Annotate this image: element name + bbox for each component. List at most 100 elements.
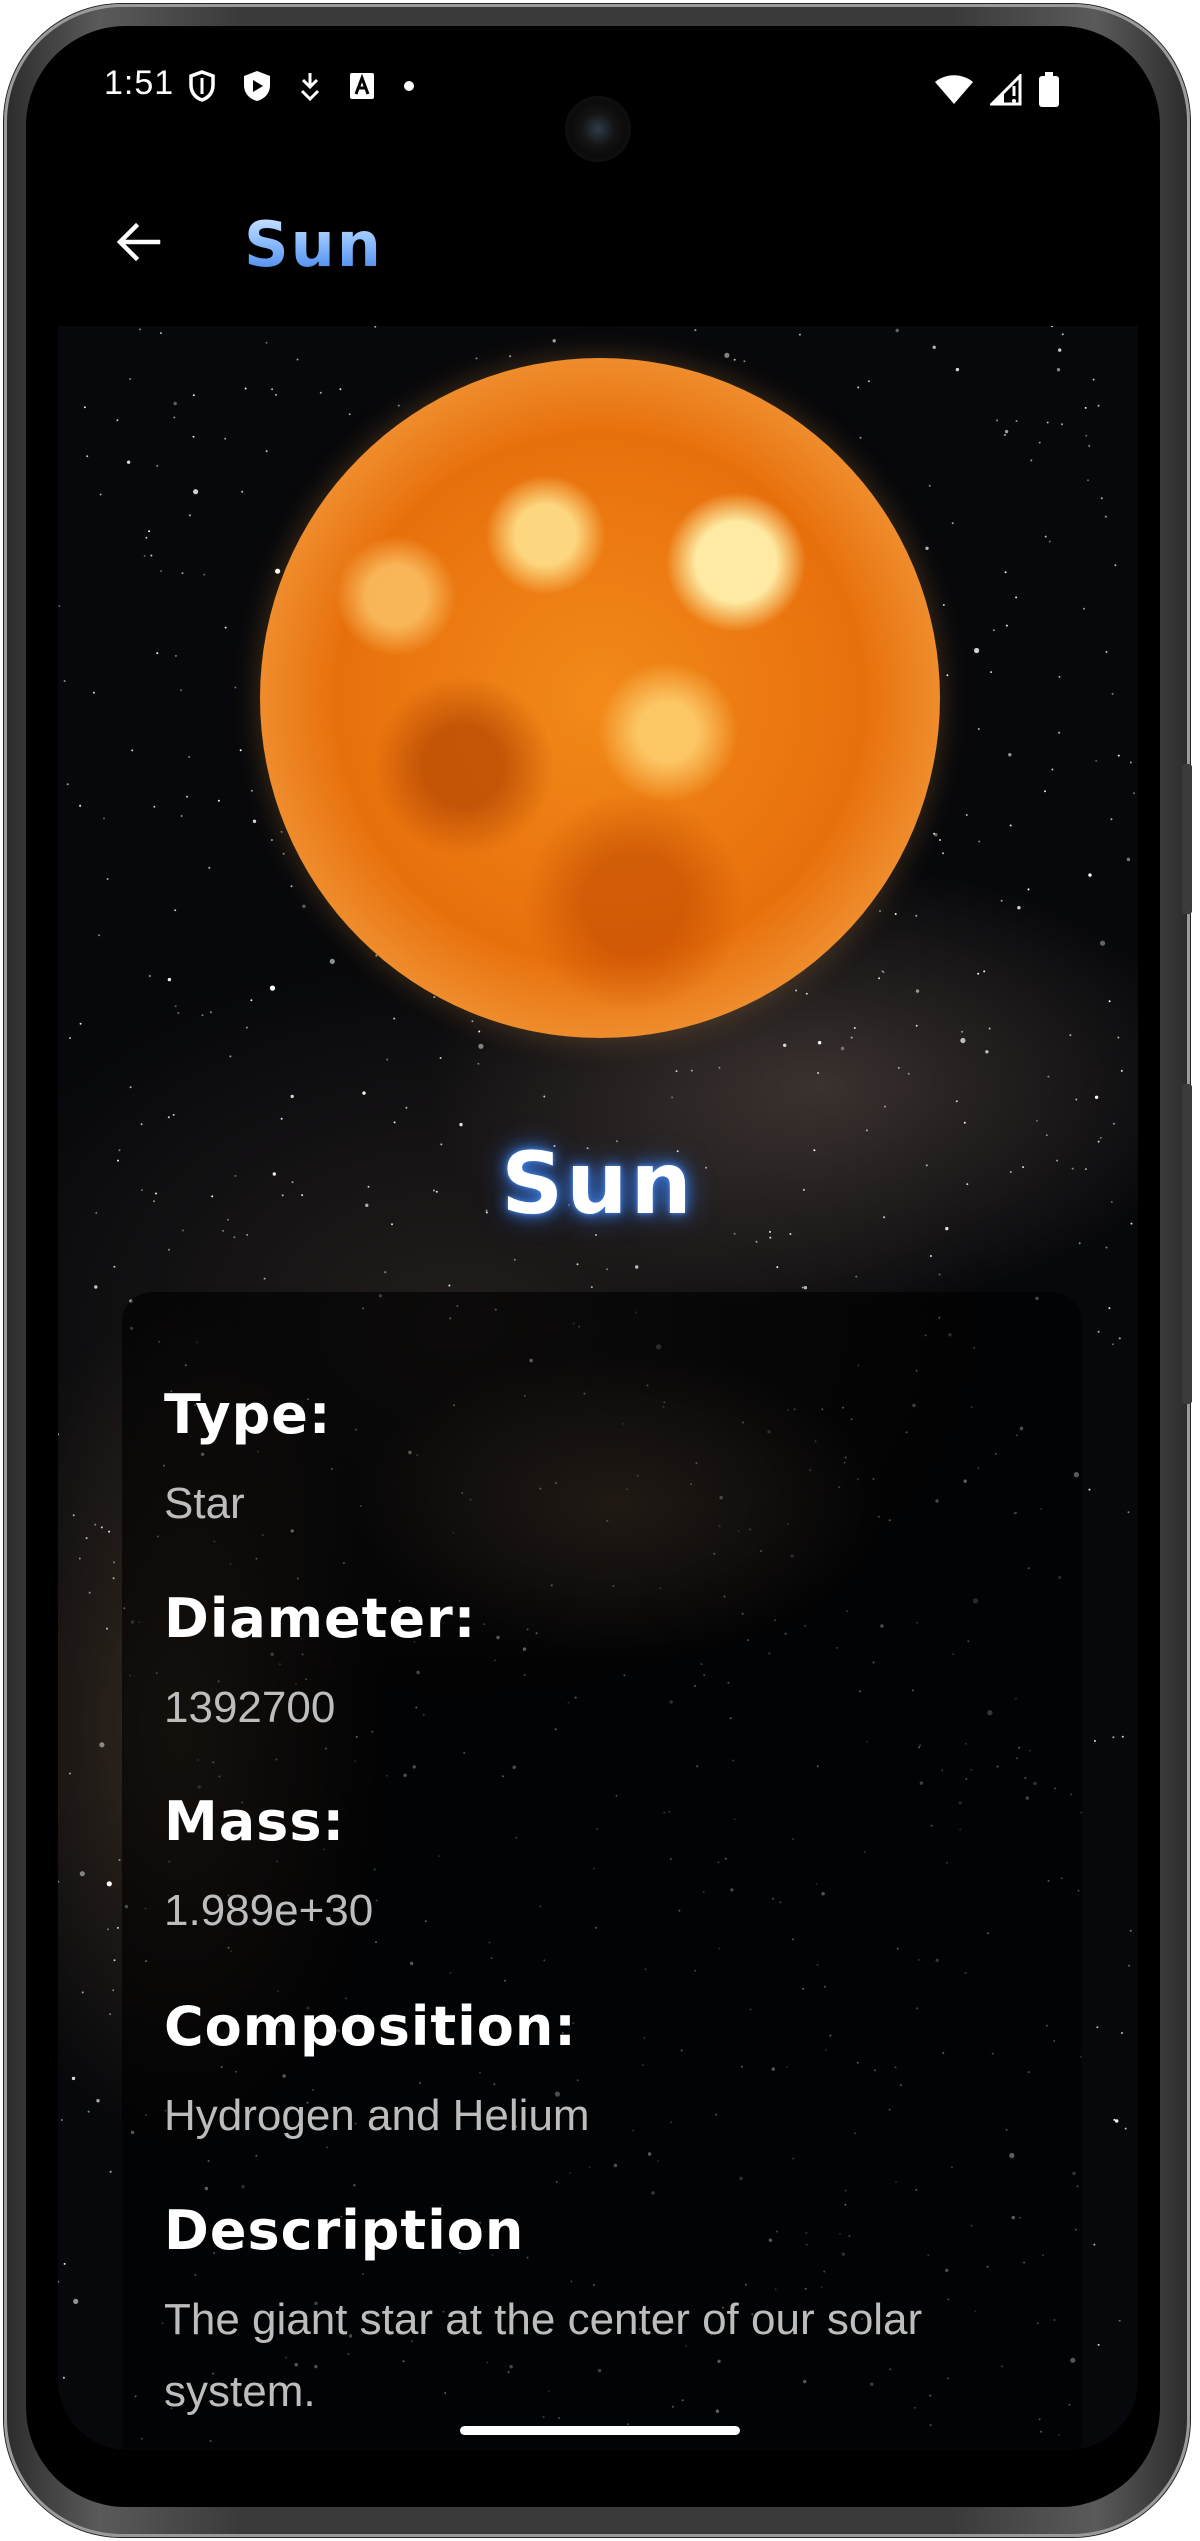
arrow-left-icon [116, 222, 161, 262]
star [1100, 940, 1106, 946]
star [79, 804, 82, 807]
star [915, 914, 918, 917]
download-arrow-icon [298, 71, 322, 101]
star [58, 2280, 60, 2283]
status-bar: 1:51 [58, 58, 1138, 168]
star [217, 799, 220, 802]
star [99, 1742, 105, 1748]
star [180, 815, 183, 817]
star [840, 1046, 845, 1051]
info-label: Diameter: [164, 1587, 477, 1650]
star [174, 1005, 177, 1008]
star [263, 1277, 266, 1280]
planet-detail-content[interactable]: Sun Type: Star Diameter: 1392700 Mass: 1… [58, 326, 1138, 2450]
star [433, 996, 436, 999]
star [63, 680, 66, 682]
star [106, 1627, 108, 1630]
star [983, 970, 986, 973]
star [1075, 1098, 1078, 1101]
star [233, 1236, 236, 1239]
star [1083, 607, 1085, 610]
star [244, 387, 247, 390]
star [1051, 326, 1054, 328]
info-label: Description [164, 2199, 525, 2262]
star [348, 413, 351, 416]
star [718, 1066, 721, 1069]
star [148, 530, 151, 533]
star [118, 1859, 121, 1861]
star [246, 1233, 249, 1236]
star [63, 2262, 66, 2265]
star [606, 1268, 609, 1271]
star [1088, 873, 1092, 877]
star [68, 1772, 71, 1775]
star [1112, 1736, 1115, 1739]
star [98, 934, 101, 937]
signal-icon [988, 72, 1022, 110]
star [173, 416, 176, 419]
star [955, 1100, 958, 1103]
star [208, 866, 211, 869]
notification-icons [188, 70, 416, 102]
star [1015, 420, 1018, 422]
star [113, 1561, 115, 1564]
star [88, 1591, 91, 1594]
star [270, 839, 273, 841]
star [393, 1121, 396, 1124]
system-icons [934, 72, 1060, 112]
star [319, 391, 322, 394]
star [867, 380, 870, 383]
star [181, 572, 184, 575]
star [72, 1514, 75, 1517]
star [1061, 423, 1063, 426]
star [168, 1248, 170, 1251]
star [1113, 2118, 1116, 2121]
star [1088, 1488, 1091, 1491]
star [269, 985, 276, 991]
star [1047, 1075, 1050, 1078]
star [339, 388, 342, 391]
star [1044, 535, 1047, 538]
star [915, 989, 920, 993]
star [1084, 406, 1087, 409]
star [397, 404, 400, 407]
star [1093, 2243, 1096, 2246]
star [1117, 1036, 1120, 1039]
star [96, 2099, 100, 2103]
back-button[interactable] [98, 202, 178, 282]
star [960, 1037, 966, 1044]
star [234, 686, 237, 689]
star [1046, 421, 1049, 424]
star [62, 2376, 65, 2379]
star [172, 1113, 175, 1116]
gesture-nav-handle[interactable] [460, 2426, 740, 2435]
star [1009, 824, 1012, 827]
star [79, 1871, 85, 1877]
star [884, 1105, 886, 1108]
star [1085, 434, 1088, 437]
star [108, 1530, 111, 1533]
star [798, 333, 801, 336]
status-time: 1:51 [104, 64, 175, 102]
star [459, 1122, 463, 1127]
star [675, 1070, 678, 1073]
star [974, 647, 980, 654]
star [977, 728, 980, 730]
star [329, 958, 335, 965]
star [1112, 1122, 1115, 1125]
star [1038, 441, 1041, 444]
star [1069, 1034, 1072, 1037]
star [769, 1236, 772, 1239]
star [552, 339, 556, 343]
star [878, 977, 881, 980]
star [148, 975, 151, 977]
star [145, 536, 148, 539]
star [1111, 692, 1114, 695]
star [131, 749, 134, 752]
star [109, 2013, 112, 2016]
star [1058, 675, 1061, 678]
star [252, 819, 257, 823]
star [58, 605, 61, 607]
star [362, 1091, 366, 1095]
star [595, 1234, 597, 1236]
